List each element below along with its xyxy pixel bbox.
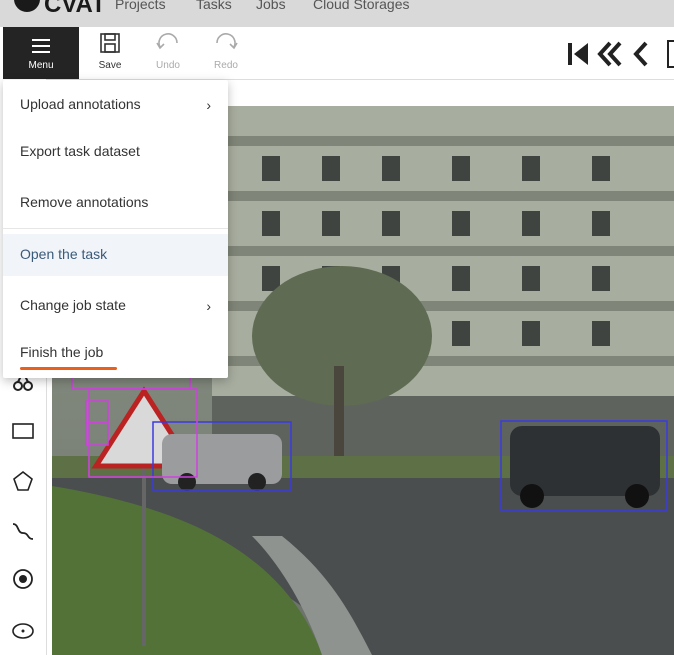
menu-divider bbox=[3, 228, 228, 229]
previous-frame-icon[interactable] bbox=[633, 41, 648, 67]
menu-item-change-job-state[interactable]: Change job state › bbox=[3, 286, 228, 326]
annotation-menu-dropdown: Upload annotations › Export task dataset… bbox=[3, 80, 228, 378]
menu-item-remove-annotations[interactable]: Remove annotations bbox=[3, 183, 228, 223]
menu-item-label: Remove annotations bbox=[20, 194, 149, 210]
menu-item-upload-annotations[interactable]: Upload annotations › bbox=[3, 85, 228, 125]
top-navigation: CVAT Projects Tasks Jobs Cloud Storages bbox=[0, 0, 674, 27]
nav-tasks[interactable]: Tasks bbox=[196, 0, 232, 12]
menu-item-open-the-task[interactable]: Open the task bbox=[3, 234, 228, 276]
menu-item-label: Change job state bbox=[20, 297, 126, 313]
highlight-underline bbox=[20, 367, 117, 370]
save-icon bbox=[100, 33, 120, 53]
polyline-icon[interactable] bbox=[11, 519, 35, 543]
annotation-toolbar: Menu Save Undo Redo bbox=[0, 27, 674, 80]
save-label: Save bbox=[98, 60, 122, 71]
frame-navigation bbox=[564, 37, 674, 71]
redo-icon bbox=[216, 33, 238, 50]
menu-item-label: Open the task bbox=[20, 246, 108, 262]
rectangle-icon[interactable] bbox=[11, 419, 35, 443]
fast-backward-icon[interactable] bbox=[597, 41, 622, 67]
nav-cloud-storages[interactable]: Cloud Storages bbox=[313, 0, 410, 12]
menu-item-label: Upload annotations bbox=[20, 96, 141, 112]
chevron-right-icon: › bbox=[206, 97, 211, 113]
undo-icon bbox=[156, 33, 178, 50]
menu-item-label: Finish the job bbox=[20, 344, 104, 360]
menu-item-label: Export task dataset bbox=[20, 143, 140, 159]
logo-icon bbox=[14, 0, 40, 12]
redo-label: Redo bbox=[214, 60, 238, 71]
ellipse-icon[interactable] bbox=[11, 619, 35, 643]
app-logo[interactable]: CVAT bbox=[44, 0, 106, 19]
play-button-edge-icon[interactable] bbox=[667, 40, 674, 68]
menu-button[interactable]: Menu bbox=[3, 27, 79, 79]
hamburger-icon bbox=[32, 39, 50, 57]
menu-item-export-task-dataset[interactable]: Export task dataset bbox=[3, 132, 228, 172]
redo-button[interactable]: Redo bbox=[201, 27, 251, 79]
chevron-right-icon: › bbox=[206, 298, 211, 314]
undo-button[interactable]: Undo bbox=[143, 27, 193, 79]
save-button[interactable]: Save bbox=[85, 27, 135, 79]
undo-label: Undo bbox=[156, 60, 180, 71]
nav-projects[interactable]: Projects bbox=[115, 0, 166, 12]
menu-button-label: Menu bbox=[28, 60, 54, 71]
nav-jobs[interactable]: Jobs bbox=[256, 0, 286, 12]
polygon-icon[interactable] bbox=[11, 469, 35, 493]
first-frame-icon[interactable] bbox=[568, 43, 588, 65]
point-icon[interactable] bbox=[11, 567, 35, 591]
